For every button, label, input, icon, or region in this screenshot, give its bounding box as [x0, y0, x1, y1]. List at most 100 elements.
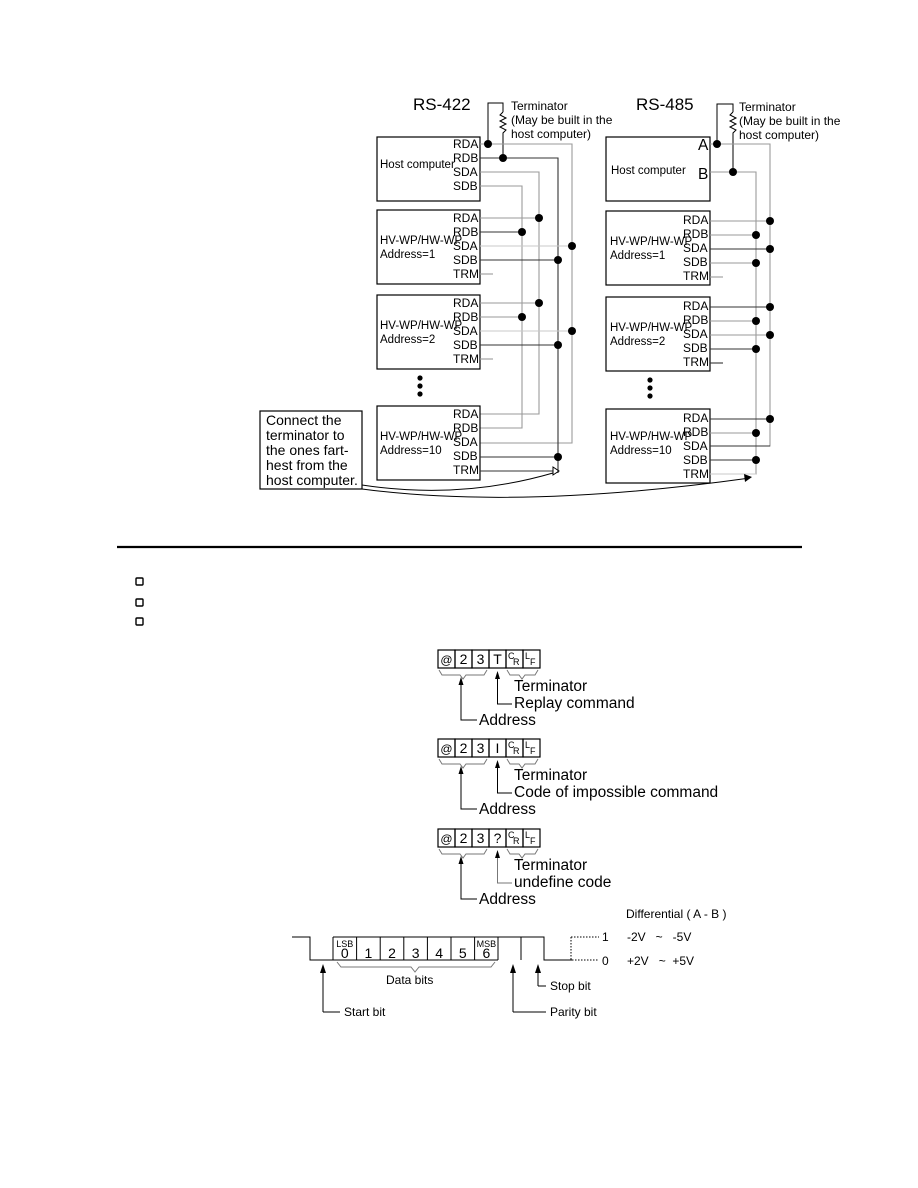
terminator-note-line3: host computer) [511, 127, 591, 141]
pin-label: TRM [683, 355, 709, 369]
device-address: Address=1 [610, 250, 665, 262]
wire-host-sdb [480, 185, 523, 429]
checkbox-icon[interactable] [135, 598, 144, 607]
pin-label: SDA [683, 439, 708, 453]
pin-label: SDA [453, 324, 478, 338]
rs485-diagram: RS-485 Terminator (May be built in the h… [605, 95, 841, 484]
device-address: Address=2 [610, 336, 665, 348]
checkbox-icon[interactable] [135, 617, 144, 626]
arrowhead-icon [744, 474, 752, 482]
bit-index: 2 [388, 945, 396, 961]
lf-glyph: F [530, 657, 536, 667]
pin-label: SDB [683, 453, 708, 467]
code-label: Replay command [514, 695, 635, 712]
callout-line: the ones fart- [266, 442, 349, 458]
device-address: Address=10 [610, 445, 672, 457]
terminator-label: Terminator [514, 857, 587, 874]
device-address: Address=10 [380, 445, 442, 457]
pin-label: RDA [683, 213, 708, 227]
pin-label: SDA [453, 435, 478, 449]
resistor-icon [498, 111, 508, 159]
cr-glyph: R [513, 836, 520, 846]
callout-line: host computer. [266, 472, 358, 488]
checkbox-icon[interactable] [135, 577, 144, 586]
char-cell-text: 3 [477, 830, 485, 846]
junction-dot [484, 140, 492, 148]
lf-glyph: F [530, 836, 536, 846]
differential-title: Differential ( A - B ) [626, 907, 726, 921]
char-cell-text: @ [440, 742, 452, 756]
data-bits-brace [336, 961, 496, 973]
bit-index: 1 [365, 945, 373, 961]
address-pointer [460, 769, 477, 810]
pin-label: RDA [453, 137, 478, 151]
terminator-note-line1: Terminator [511, 99, 568, 113]
pin-label: TRM [453, 352, 479, 366]
pin-label: B [698, 166, 708, 183]
bit-index: 5 [459, 945, 467, 961]
pin-label: RDB [453, 421, 478, 435]
address-brace [438, 848, 488, 859]
rs422-diagram: RS-422 Terminator (May be built in the h… [376, 95, 613, 481]
data-bits-label: Data bits [386, 973, 433, 987]
host-label: Host computer [611, 165, 686, 177]
char-cell-text: T [493, 651, 502, 667]
address-label: Address [479, 712, 536, 729]
pin-label: TRM [453, 267, 479, 281]
callout-line: Connect the [266, 412, 342, 428]
char-cell-text: 2 [460, 651, 468, 667]
response-format: @2 3 T CRLFTerminatorReplay commandAddress [437, 649, 635, 729]
host-label: Host computer [380, 159, 455, 171]
parity-bit-label: Parity bit [550, 1005, 597, 1019]
ellipsis-icon [417, 375, 423, 397]
device-model: HV-WP/HW-WP [380, 235, 463, 247]
terminator-callout: Connect the terminator to the ones fart-… [259, 410, 752, 498]
wire-host-a [710, 143, 771, 447]
device-address: Address=2 [380, 334, 435, 346]
pin-label: RDB [453, 225, 478, 239]
bit-index: 3 [412, 945, 420, 961]
device-model: HV-WP/HW-WP [610, 322, 693, 334]
terminator-label: Terminator [514, 678, 587, 695]
stop-bit-label: Stop bit [550, 979, 591, 993]
pin-label: SDB [683, 341, 708, 355]
wire-host-b [710, 171, 757, 475]
char-cell-text: I [496, 740, 500, 756]
rs485-device-2: HV-WP/HW-WP Address=2 RDA RDB SDA SDB TR… [605, 296, 774, 372]
callout-line: hest from the [266, 457, 348, 473]
bit-index: 4 [435, 945, 443, 961]
char-cell-text: 3 [477, 651, 485, 667]
char-cell-text: @ [440, 832, 452, 846]
pin-label: RDA [683, 299, 708, 313]
response-format: @2 3 I CRLFTerminatorCode of impossible com… [437, 738, 718, 818]
cr-glyph: R [513, 746, 520, 756]
terminator-note-line1: Terminator [739, 100, 796, 114]
page-canvas: RS-422 Terminator (May be built in the h… [117, 95, 841, 1019]
waveform-stop [498, 936, 573, 961]
serial-frame-diagram: 0 1 2 3 4 5 6LSB MSB 1 0 Differential ( A - B )… [292, 907, 726, 1019]
pin-label: RDA [683, 411, 708, 425]
pin-label: RDA [453, 296, 478, 310]
data-bit-cells: 0 1 2 3 4 5 6LSB MSB [332, 936, 498, 961]
rs485-terminator: Terminator (May be built in the host com… [716, 100, 841, 172]
pin-label: SDB [453, 253, 478, 267]
terminator-lead [716, 103, 734, 144]
pin-label: TRM [683, 269, 709, 283]
terminator-note-line2: (May be built in the [511, 113, 613, 127]
device-address: Address=1 [380, 249, 435, 261]
address-brace [438, 758, 488, 769]
lf-glyph: F [530, 746, 536, 756]
terminator-label: Terminator [514, 767, 587, 784]
char-cell-text: ? [494, 830, 502, 846]
response-format: @2 3? CRLFTerminatorundefine codeAddress [437, 828, 611, 908]
msb-label: MSB [477, 939, 497, 949]
level-bit-0: 0 [602, 954, 609, 968]
rs485-host-computer: Host computer A B [605, 136, 711, 202]
address-label: Address [479, 801, 536, 818]
pin-label: RDB [683, 313, 708, 327]
rs422-terminator: Terminator (May be built in the host com… [487, 99, 613, 159]
pin-label: SDA [453, 165, 478, 179]
pin-label: A [698, 137, 709, 154]
rs485-device-1: HV-WP/HW-WP Address=1 RDA RDB SDA SDB TR… [605, 210, 774, 286]
response-formats: @2 3 T CRLFTerminatorReplay commandAddress@… [437, 649, 718, 908]
